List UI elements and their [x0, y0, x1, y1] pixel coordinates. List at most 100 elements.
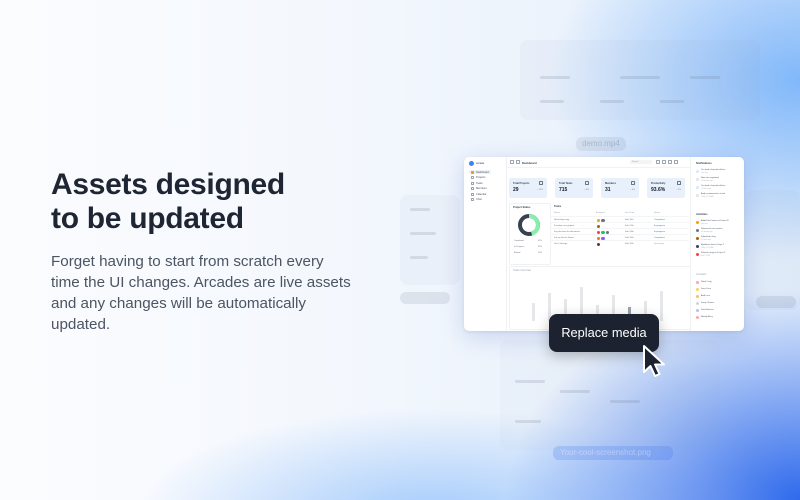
- status-badge: Upcoming: [654, 242, 664, 245]
- mouse-cursor-icon: [643, 345, 665, 377]
- hero-description: Forget having to start from scratch ever…: [51, 253, 351, 333]
- avatar: [696, 253, 699, 256]
- status-badge: Completed: [654, 236, 665, 239]
- activity-text: Submitted a bug: [701, 236, 716, 239]
- notification-item[interactable]: Andy commented on a task Today, 11:59 AM: [696, 193, 742, 199]
- avatar: [696, 288, 699, 291]
- task-name: Develop new graphic: [554, 224, 575, 227]
- notifications-rail: Notifications You fixed a bug that affec…: [690, 157, 744, 331]
- dashboard-preview: Arcade Dashboard Projects Tasks Members …: [464, 157, 744, 331]
- legend-value: 35%: [537, 246, 542, 248]
- background-file-text-bottom: Your-cool-screenshot.png: [560, 448, 651, 457]
- nav-item-calendar[interactable]: Calendar: [469, 192, 489, 196]
- nav-item-label: Chat: [476, 198, 482, 201]
- rail-heading: Activities: [696, 213, 708, 216]
- activity-time: Today, 11:59 AM: [701, 247, 714, 249]
- stat-card-members: Members 31 + 4%: [601, 178, 639, 198]
- contact-name: Koray Okumus: [701, 301, 715, 304]
- activity-text: Added the Feature to Project B: [701, 220, 729, 223]
- activity-item[interactable]: Added the Feature to Project B Just now: [696, 220, 742, 226]
- activity-item[interactable]: Released a new version 59 minutes ago: [696, 228, 742, 234]
- legend-label: Completed: [514, 240, 524, 242]
- activity-text: Released a new version: [701, 228, 723, 231]
- contact-item[interactable]: Andi Lane: [696, 294, 742, 300]
- contact-item[interactable]: Drew Cano: [696, 287, 742, 293]
- avatar: [696, 316, 699, 319]
- legend-label: Behind: [514, 252, 521, 254]
- activity-text: Deleted a page in Project X: [701, 252, 726, 255]
- folder-icon: [471, 176, 474, 179]
- bug-icon: [696, 170, 699, 173]
- notification-time: 12 hours ago: [701, 188, 711, 190]
- stat-card-productivity: Productivity 93.6% + 2%: [647, 178, 685, 198]
- notification-item[interactable]: You fixed a bug that affects... 12 hours…: [696, 185, 742, 191]
- stat-label: Productivity: [651, 181, 666, 185]
- app-name: Arcade: [476, 162, 485, 165]
- nav-item-tasks[interactable]: Tasks: [469, 181, 485, 185]
- nav-item-chat[interactable]: Chat: [469, 198, 483, 202]
- stat-change: + 12%: [537, 189, 543, 191]
- calendar-icon: [471, 192, 474, 196]
- contact-name: Andi Lane: [701, 294, 711, 297]
- contact-name: Drew Cano: [701, 287, 712, 290]
- stat-label: Total Tasks: [559, 181, 573, 185]
- notification-time: Just now: [701, 172, 708, 174]
- project-status-donut: [518, 214, 540, 236]
- nav-item-members[interactable]: Members: [469, 187, 489, 191]
- avatar: [696, 295, 699, 298]
- legend-label: In Progress: [514, 246, 525, 248]
- column-header: Assignee: [596, 211, 605, 214]
- star-icon[interactable]: [516, 160, 520, 164]
- rail-heading: Contacts: [696, 273, 707, 276]
- column-header: Due Date: [625, 211, 635, 214]
- contact-name: Natali Craig: [701, 280, 712, 283]
- activity-item[interactable]: Deleted a page in Project X Feb 2, 2024: [696, 252, 742, 258]
- contact-item[interactable]: Kate Morrison: [696, 308, 742, 314]
- notification-text: You fixed a bug that affects...: [701, 169, 727, 172]
- sun-icon[interactable]: [656, 160, 660, 164]
- nav-item-dashboard[interactable]: Dashboard: [469, 170, 491, 174]
- avatar: [696, 302, 699, 305]
- column-header: Name: [554, 211, 560, 214]
- chat-icon: [471, 198, 474, 201]
- activity-item[interactable]: Submitted a bug 12 hours ago: [696, 236, 742, 242]
- rail-heading: Notifications: [696, 162, 712, 165]
- stat-label: Members: [605, 181, 616, 185]
- contact-item[interactable]: Koray Okumus: [696, 301, 742, 307]
- panel-toggle-icon[interactable]: [674, 160, 678, 164]
- contact-item[interactable]: Melody Macy: [696, 315, 742, 321]
- nav-item-label: Calendar: [476, 192, 487, 196]
- status-badge: In progress: [654, 230, 665, 233]
- nav-item-label: Dashboard: [476, 170, 489, 174]
- stat-change: + 2%: [676, 189, 681, 191]
- contact-name: Kate Morrison: [701, 308, 714, 311]
- notification-item[interactable]: New user registered 59 minutes ago: [696, 177, 742, 183]
- page-title: Dashboard: [522, 160, 537, 165]
- notification-item[interactable]: You fixed a bug that affects... Just now: [696, 169, 742, 175]
- task-date: Feb 18th: [625, 236, 634, 239]
- sidebar-toggle-icon[interactable]: [510, 160, 514, 164]
- contact-item[interactable]: Natali Craig: [696, 280, 742, 286]
- hero-title-line-2: to be updated: [51, 202, 244, 235]
- table-row[interactable]: Get a Garage Feb 20th Upcoming: [551, 240, 689, 248]
- search-input[interactable]: Search: [630, 160, 652, 164]
- dashboard-sidebar: Arcade Dashboard Projects Tasks Members …: [464, 157, 507, 331]
- panel-title: Tasks Overview: [513, 269, 532, 272]
- activity-item[interactable]: Modified a data in Page X Today, 11:59 A…: [696, 244, 742, 250]
- nav-item-projects[interactable]: Projects: [469, 176, 487, 180]
- panel-title: Tasks: [554, 205, 562, 208]
- clock-icon[interactable]: [662, 160, 666, 164]
- legend-row: Completed 45%: [514, 240, 542, 242]
- task-name: Key decision for document: [554, 230, 580, 233]
- contact-name: Melody Macy: [701, 315, 713, 318]
- tasks-icon: [585, 181, 589, 185]
- home-icon: [471, 170, 474, 174]
- activity-time: 12 hours ago: [701, 239, 711, 241]
- dashboard-logo: Arcade: [469, 161, 484, 166]
- nav-item-label: Members: [476, 187, 487, 190]
- bell-icon[interactable]: [668, 160, 672, 164]
- status-badge: Completed: [654, 218, 665, 221]
- bug-icon: [696, 186, 699, 189]
- task-name: Set up Secret Santa: [554, 236, 574, 239]
- project-status-panel: Project Status Completed 45% In Progress…: [509, 203, 551, 265]
